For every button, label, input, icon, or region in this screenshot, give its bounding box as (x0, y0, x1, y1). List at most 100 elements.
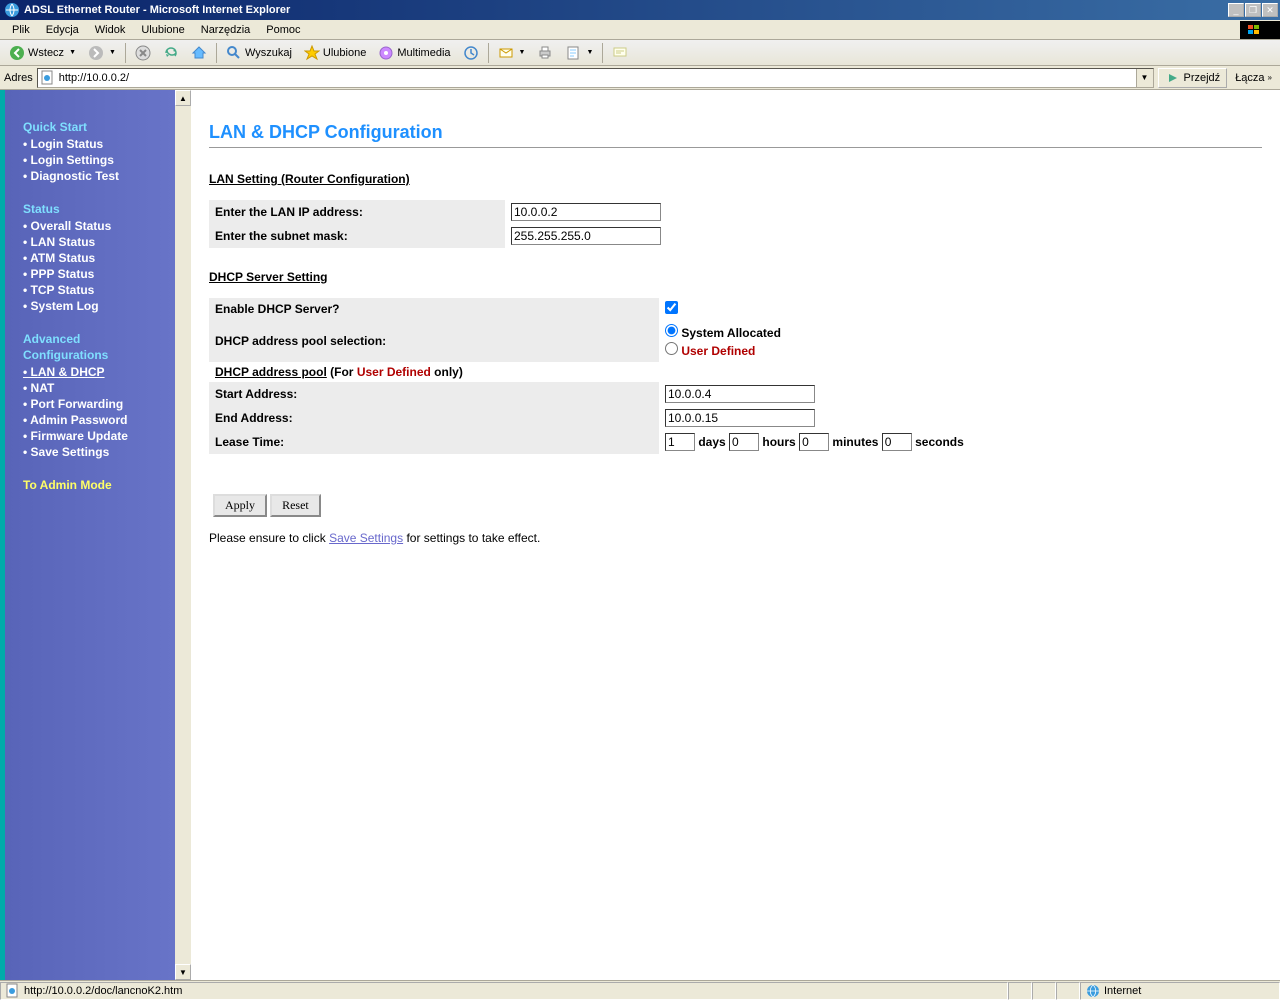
sidebar-item-port-forwarding[interactable]: Port Forwarding (23, 396, 175, 412)
sidebar-item-lan-status[interactable]: LAN Status (23, 234, 175, 250)
address-dropdown[interactable]: ▼ (1136, 69, 1153, 87)
sidebar-item-tcp-status[interactable]: TCP Status (23, 282, 175, 298)
sidebar-item-diagnostic-test[interactable]: Diagnostic Test (23, 168, 175, 184)
lease-seconds-input[interactable] (882, 433, 912, 451)
sidebar-heading-status: Status (23, 202, 175, 216)
close-button[interactable]: ✕ (1262, 3, 1278, 17)
sidebar-item-ppp-status[interactable]: PPP Status (23, 266, 175, 282)
separator (125, 43, 126, 63)
save-settings-link[interactable]: Save Settings (329, 531, 403, 545)
sidebar-item-nat[interactable]: NAT (23, 380, 175, 396)
forward-button[interactable]: ▼ (83, 42, 121, 64)
radio-system-allocated[interactable] (665, 324, 678, 337)
lease-minutes-input[interactable] (799, 433, 829, 451)
menu-widok[interactable]: Widok (87, 22, 134, 38)
radio-user-defined-label[interactable]: User Defined (665, 341, 1003, 359)
back-button[interactable]: Wstecz ▼ (4, 42, 81, 64)
statusbar: http://10.0.0.2/doc/lancnoK2.htm Interne… (0, 980, 1280, 1000)
back-icon (9, 45, 25, 61)
button-row: Apply Reset (209, 476, 1262, 531)
separator (488, 43, 489, 63)
sidebar-item-lan-dhcp[interactable]: LAN & DHCP (23, 364, 175, 380)
go-button[interactable]: Przejdź (1158, 68, 1228, 88)
sidebar-item-firmware-update[interactable]: Firmware Update (23, 428, 175, 444)
pool-subheading-end: only) (431, 365, 463, 379)
reset-button[interactable]: Reset (270, 494, 321, 517)
separator (216, 43, 217, 63)
pool-subheading: DHCP address pool (For User Defined only… (209, 362, 1009, 382)
go-icon (1165, 70, 1181, 86)
radio-system-allocated-label[interactable]: System Allocated (665, 323, 1003, 341)
back-label: Wstecz (28, 47, 64, 59)
system-allocated-text: System Allocated (681, 326, 781, 340)
enable-dhcp-checkbox[interactable] (665, 301, 678, 314)
refresh-icon (163, 45, 179, 61)
chevron-down-icon: ▼ (586, 49, 593, 56)
sidebar-item-login-status[interactable]: Login Status (23, 136, 175, 152)
links-bar[interactable]: Łącza» (1231, 72, 1276, 84)
unit-days: days (698, 435, 725, 449)
history-button[interactable] (458, 42, 484, 64)
sidebar-item-admin-password[interactable]: Admin Password (23, 412, 175, 428)
print-button[interactable] (532, 42, 558, 64)
menu-plik[interactable]: Plik (4, 22, 38, 38)
sidebar-item-login-settings[interactable]: Login Settings (23, 152, 175, 168)
sidebar-item-system-log[interactable]: System Log (23, 298, 175, 314)
search-label: Wyszukaj (245, 47, 292, 59)
separator (602, 43, 603, 63)
edit-icon (565, 45, 581, 61)
windows-logo (1240, 21, 1280, 39)
mail-button[interactable]: ▼ (493, 42, 531, 64)
refresh-button[interactable] (158, 42, 184, 64)
chevron-down-icon: ▼ (69, 49, 76, 56)
sidebar-heading-advanced-l1: Advanced (23, 332, 175, 346)
restore-button[interactable]: ❐ (1245, 3, 1261, 17)
menu-ulubione[interactable]: Ulubione (133, 22, 192, 38)
sidebar-admin-mode[interactable]: To Admin Mode (23, 478, 175, 492)
menu-pomoc[interactable]: Pomoc (258, 22, 308, 38)
page-icon (40, 70, 56, 86)
scroll-down-button[interactable]: ▼ (175, 964, 191, 980)
search-icon (226, 45, 242, 61)
menu-edycja[interactable]: Edycja (38, 22, 87, 38)
stop-button[interactable] (130, 42, 156, 64)
minimize-button[interactable]: _ (1228, 3, 1244, 17)
media-icon (378, 45, 394, 61)
lease-hours-input[interactable] (729, 433, 759, 451)
lan-section-heading: LAN Setting (Router Configuration) (209, 172, 1262, 186)
start-address-input[interactable] (665, 385, 815, 403)
search-button[interactable]: Wyszukaj (221, 42, 297, 64)
sidebar-item-atm-status[interactable]: ATM Status (23, 250, 175, 266)
unit-minutes: minutes (832, 435, 878, 449)
title-divider (209, 147, 1262, 148)
edit-button[interactable]: ▼ (560, 42, 598, 64)
sidebar-item-overall-status[interactable]: Overall Status (23, 218, 175, 234)
menubar: Plik Edycja Widok Ulubione Narzędzia Pom… (0, 20, 1280, 40)
lease-days-input[interactable] (665, 433, 695, 451)
discuss-button[interactable] (607, 42, 633, 64)
media-button[interactable]: Multimedia (373, 42, 455, 64)
subnet-input[interactable] (511, 227, 661, 245)
sidebar-heading-quickstart: Quick Start (23, 120, 175, 134)
status-panel-3 (1056, 982, 1080, 1000)
scroll-up-button[interactable]: ▲ (175, 90, 191, 106)
main-content: LAN & DHCP Configuration LAN Setting (Ro… (191, 90, 1280, 980)
lan-ip-input[interactable] (511, 203, 661, 221)
status-text: http://10.0.0.2/doc/lancnoK2.htm (24, 985, 182, 997)
radio-user-defined[interactable] (665, 342, 678, 355)
window-title: ADSL Ethernet Router - Microsoft Interne… (24, 4, 1228, 16)
home-icon (191, 45, 207, 61)
home-button[interactable] (186, 42, 212, 64)
favorites-button[interactable]: Ulubione (299, 42, 371, 64)
end-address-input[interactable] (665, 409, 815, 427)
addressbar: Adres ▼ Przejdź Łącza» (0, 66, 1280, 90)
media-label: Multimedia (397, 47, 450, 59)
apply-button[interactable]: Apply (213, 494, 267, 517)
sidebar-item-save-settings[interactable]: Save Settings (23, 444, 175, 460)
start-address-label: Start Address: (209, 382, 659, 406)
menu-narzedzia[interactable]: Narzędzia (193, 22, 259, 38)
enable-dhcp-label: Enable DHCP Server? (209, 298, 659, 320)
scroll-track[interactable] (175, 106, 191, 964)
dhcp-section-heading: DHCP Server Setting (209, 270, 1262, 284)
address-input[interactable] (59, 70, 1136, 86)
